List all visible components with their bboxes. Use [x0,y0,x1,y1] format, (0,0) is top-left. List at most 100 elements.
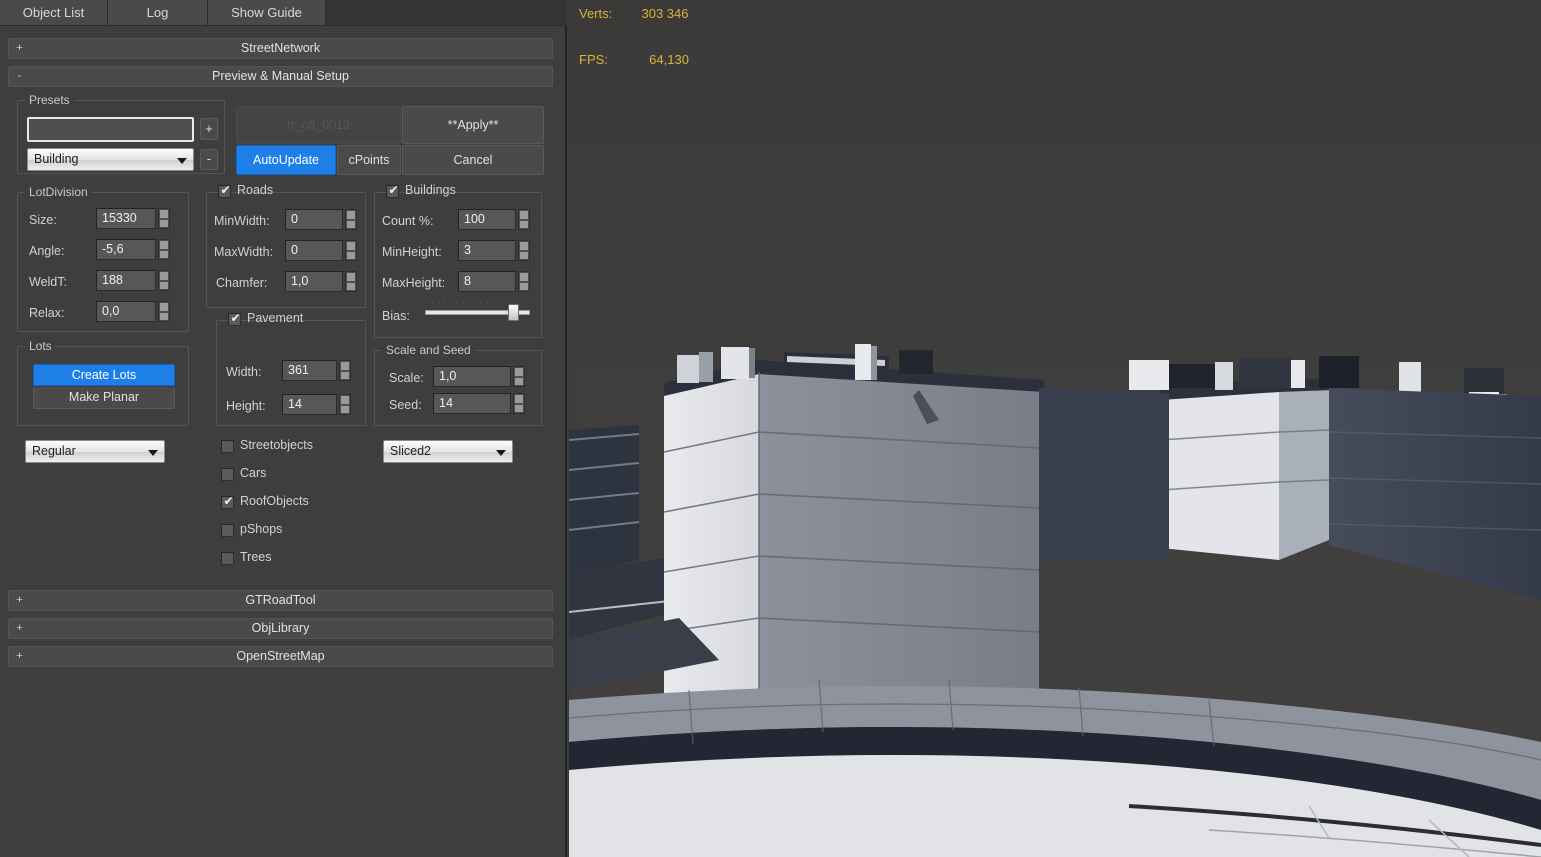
scale-input[interactable]: 1,0 [433,366,511,387]
rollout-title: ObjLibrary [251,621,310,635]
rollout-gt-road-tool[interactable]: + GTRoadTool [8,590,553,611]
minwidth-spinner[interactable] [345,209,357,230]
rollout-toggle-icon: + [16,622,23,634]
pavement-width-spinner[interactable] [339,360,351,381]
rollout-open-street-map[interactable]: + OpenStreetMap [8,646,553,667]
preset-remove-button[interactable]: - [200,149,218,170]
lot-division-group: LotDivision Size: 15330 Angle: -5,6 Weld… [17,185,189,332]
tab-show-guide[interactable]: Show Guide [208,0,326,26]
viewport[interactable]: Verts: 303 346 FPS: 64,130 [569,0,1541,857]
checkbox-box [221,468,234,481]
checkbox-box [386,183,400,198]
lots-group: Lots Create Lots Make Planar [17,339,189,426]
make-planar-button[interactable]: Make Planar [33,387,175,409]
presets-group: Presets + Building - [17,93,225,174]
rollout-title: Preview & Manual Setup [212,69,349,83]
relax-input[interactable]: 0,0 [96,301,156,322]
size-spinner[interactable] [158,208,170,229]
bias-label: Bias: [382,309,410,323]
tab-log[interactable]: Log [108,0,208,26]
checkbox-label: Streetobjects [240,438,313,452]
buildings-caption: Buildings [405,183,456,197]
seed-spinner[interactable] [513,393,525,414]
lot-type-select[interactable]: Regular [25,440,165,463]
rollout-toggle-icon: + [16,594,23,606]
size-label: Size: [29,213,57,227]
minwidth-label: MinWidth: [214,214,270,228]
presets-caption: Presets [25,93,74,107]
preset-select[interactable]: Building [27,148,194,171]
checkbox-label: RoofObjects [240,494,309,508]
maxheight-input[interactable]: 8 [458,271,516,292]
pavement-group: Pavement Width: 361 Height: 14 [216,311,366,426]
rollout-toggle-icon: + [16,650,23,662]
seed-input[interactable]: 14 [433,393,511,414]
checkbox-box [221,440,234,453]
lots-caption: Lots [25,339,56,353]
angle-spinner[interactable] [158,239,170,260]
scale-spinner[interactable] [513,366,525,387]
verts-label: Verts: [579,6,613,21]
command-panel: Object List Log Show Guide + StreetNetwo… [0,0,567,857]
create-lots-button[interactable]: Create Lots [33,364,175,386]
autoupdate-button[interactable]: AutoUpdate [236,145,336,175]
preset-name-input[interactable] [27,117,194,142]
seed-label: Seed: [389,398,422,412]
roads-group: Roads MinWidth: 0 MaxWidth: 0 Chamfer: 1… [206,183,366,308]
preset-add-button[interactable]: + [200,118,218,140]
pavement-caption: Pavement [247,311,304,325]
maxwidth-spinner[interactable] [345,240,357,261]
size-input[interactable]: 15330 [96,208,156,229]
application-window: Object List Log Show Guide + StreetNetwo… [0,0,1541,857]
viewport-stat-fps: FPS: 64,130 [579,52,689,67]
chevron-down-icon [148,449,158,456]
minheight-label: MinHeight: [382,245,442,259]
chamfer-input[interactable]: 1,0 [285,271,343,292]
bias-slider[interactable]: ··········· [425,298,530,323]
checkbox-box [221,494,235,509]
checkbox-box [218,183,232,198]
chamfer-spinner[interactable] [345,271,357,292]
scale-label: Scale: [389,371,424,385]
minheight-input[interactable]: 3 [458,240,516,261]
pavement-height-label: Height: [226,399,266,413]
pavement-width-input[interactable]: 361 [282,360,337,381]
rollout-title: StreetNetwork [240,41,321,55]
count-pct-spinner[interactable] [518,209,530,230]
rollout-obj-library[interactable]: + ObjLibrary [8,618,553,639]
rollout-toggle-icon: - [17,70,22,82]
maxwidth-input[interactable]: 0 [285,240,343,261]
checkbox-box [228,311,242,326]
pavement-height-spinner[interactable] [339,394,351,415]
minwidth-input[interactable]: 0 [285,209,343,230]
minheight-spinner[interactable] [518,240,530,261]
render-status-button[interactable]: rt_off_0013 [236,106,401,144]
count-pct-input[interactable]: 100 [458,209,516,230]
maxheight-label: MaxHeight: [382,276,446,290]
relax-spinner[interactable] [158,301,170,322]
tab-object-list[interactable]: Object List [0,0,108,26]
cpoints-button[interactable]: cPoints [337,145,401,175]
building-style-value: Sliced2 [390,444,431,458]
maxheight-spinner[interactable] [518,271,530,292]
chevron-down-icon [177,157,187,164]
chamfer-label: Chamfer: [216,276,268,290]
slider-ticks: ··········· [425,298,492,303]
building-style-select[interactable]: Sliced2 [383,440,513,463]
verts-value: 303 346 [641,6,689,21]
maxwidth-label: MaxWidth: [214,245,274,259]
apply-button[interactable]: **Apply** [402,106,544,144]
lot-type-value: Regular [32,444,76,458]
roads-caption: Roads [237,183,274,197]
checkbox-label: Trees [240,550,272,564]
weldt-input[interactable]: 188 [96,270,156,291]
weldt-spinner[interactable] [158,270,170,291]
checkbox-label: Cars [240,466,267,480]
slider-thumb[interactable] [508,304,519,321]
rollout-preview-manual-setup[interactable]: - Preview & Manual Setup [8,66,553,87]
rollout-street-network[interactable]: + StreetNetwork [8,38,553,59]
pavement-height-input[interactable]: 14 [282,394,337,415]
angle-input[interactable]: -5,6 [96,239,156,260]
cancel-button[interactable]: Cancel [402,145,544,175]
checkbox-label: pShops [240,522,283,536]
